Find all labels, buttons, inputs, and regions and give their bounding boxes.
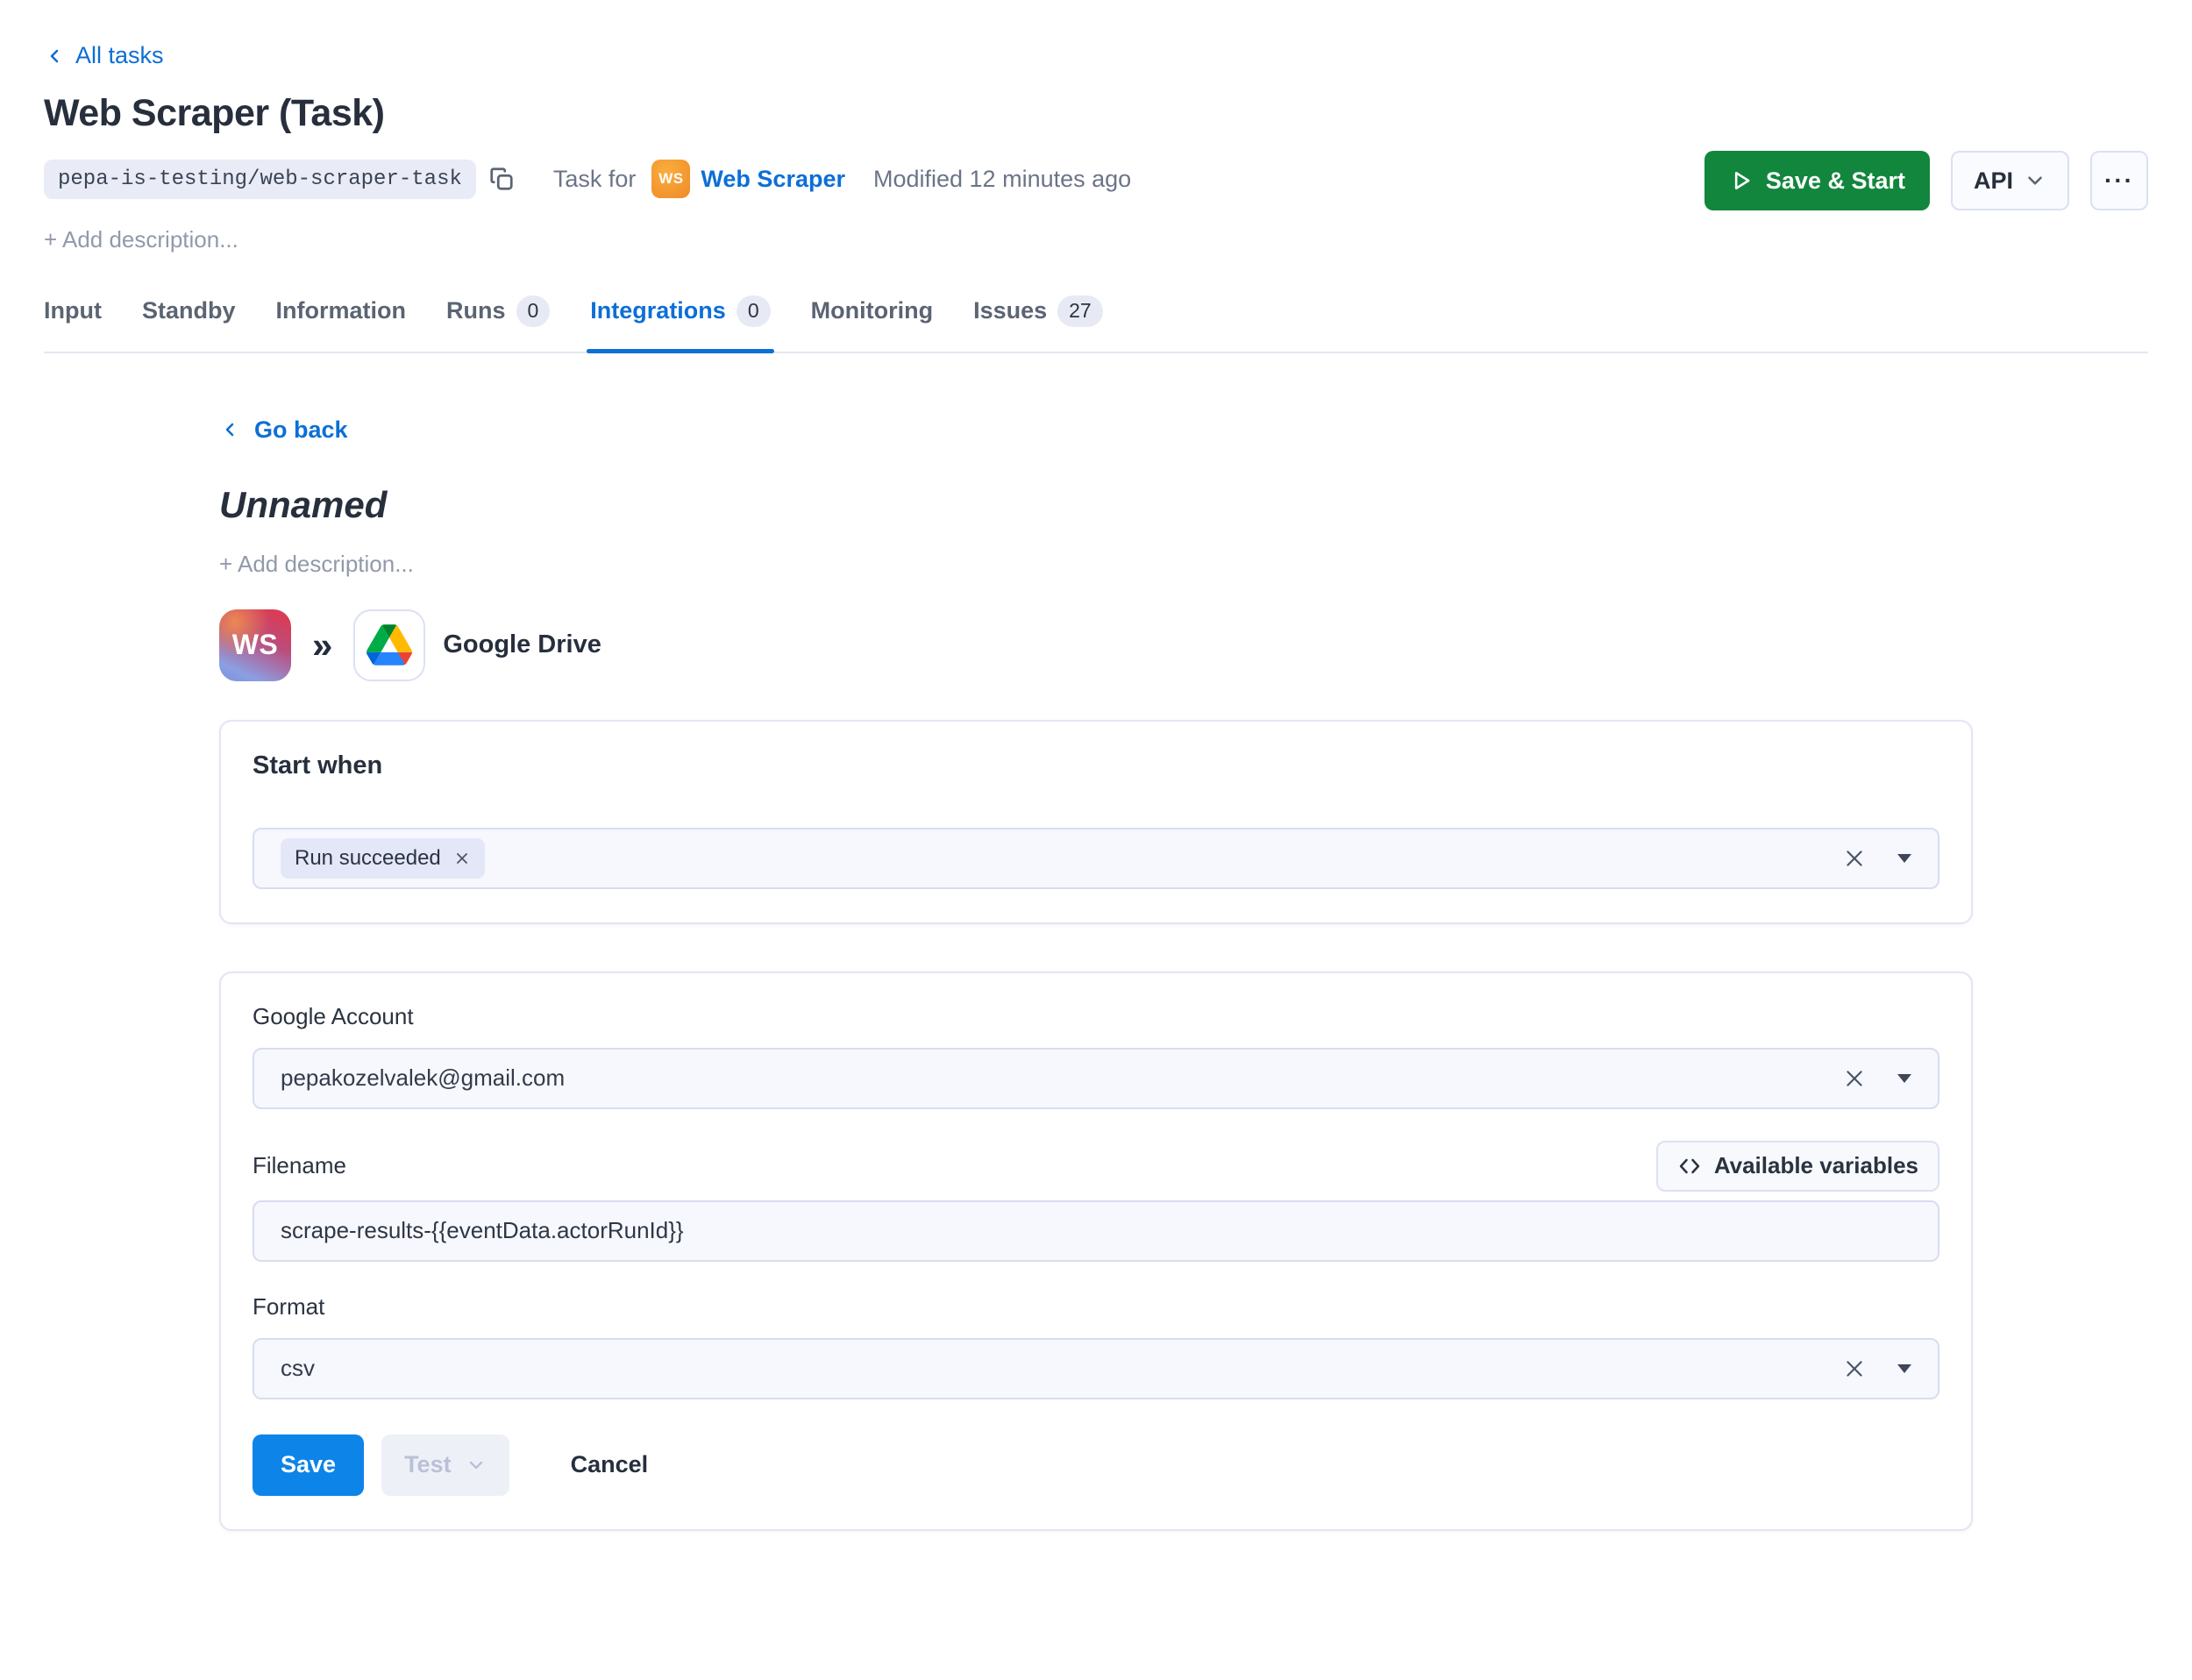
issues-count-badge: 27 [1057,295,1103,327]
start-when-title: Start when [253,751,1939,780]
code-brackets-icon [1677,1154,1702,1178]
google-account-value: pepakozelvalek@gmail.com [281,1064,565,1092]
test-button[interactable]: Test [381,1434,509,1496]
chevron-down-icon [466,1455,487,1476]
tab-integrations[interactable]: Integrations 0 [590,295,770,352]
tab-information[interactable]: Information [276,295,407,352]
save-button[interactable]: Save [253,1434,364,1496]
save-and-start-button[interactable]: Save & Start [1704,151,1930,210]
integration-connection-row: WS » Google Drive [219,609,1973,681]
form-actions-row: Save Test Cancel [253,1434,1939,1496]
api-button[interactable]: API [1951,151,2069,210]
cancel-button[interactable]: Cancel [566,1450,654,1479]
run-succeeded-tag: Run succeeded [281,838,485,879]
clear-select-icon[interactable] [1843,1357,1866,1380]
integration-settings-card: Google Account pepakozelvalek@gmail.com … [219,972,1973,1531]
format-label: Format [253,1293,1939,1321]
start-when-card: Start when Run succeeded [219,720,1973,924]
ws-actor-icon: WS [651,160,690,198]
copy-icon[interactable] [488,166,515,192]
task-page: All tasks Web Scraper (Task) pepa-is-tes… [0,0,2192,1680]
dropdown-caret-icon[interactable] [1897,1364,1911,1373]
filename-label-row: Filename Available variables [253,1141,1939,1192]
all-tasks-link[interactable]: All tasks [44,0,164,69]
task-for-label: Task for [553,166,637,193]
web-scraper-icon: WS [219,609,291,681]
start-when-select[interactable]: Run succeeded [253,828,1939,889]
target-service-name: Google Drive [443,630,601,659]
dropdown-caret-icon[interactable] [1897,854,1911,863]
go-back-link[interactable]: Go back [219,416,348,444]
dropdown-caret-icon[interactable] [1897,1074,1911,1083]
integration-detail-panel: Go back Unnamed + Add description... WS … [219,416,1973,1531]
add-description-link[interactable]: + Add description... [44,226,238,253]
all-tasks-label: All tasks [75,42,164,69]
integrations-count-badge: 0 [737,295,771,327]
double-chevron-right-icon: » [312,624,332,666]
tab-monitoring[interactable]: Monitoring [811,295,933,352]
google-account-label: Google Account [253,1003,414,1029]
tab-input[interactable]: Input [44,295,102,352]
format-value: csv [281,1355,315,1382]
integration-name[interactable]: Unnamed [219,484,1973,526]
google-drive-icon [353,609,425,681]
modified-timestamp: Modified 12 minutes ago [873,166,1131,193]
chevron-left-icon [219,419,240,440]
tab-bar: Input Standby Information Runs 0 Integra… [44,295,2148,353]
format-select[interactable]: csv [253,1338,1939,1399]
ellipsis-icon: ··· [2104,167,2134,195]
play-icon [1729,168,1754,193]
filename-input[interactable] [253,1200,1939,1262]
google-account-select[interactable]: pepakozelvalek@gmail.com [253,1048,1939,1109]
go-back-label: Go back [254,416,348,444]
task-path-badge: pepa-is-testing/web-scraper-task [44,160,476,199]
filename-label: Filename [253,1152,346,1179]
remove-tag-icon[interactable] [453,850,471,867]
tab-issues[interactable]: Issues 27 [973,295,1103,352]
chevron-left-icon [44,46,65,67]
header-actions: Save & Start API ··· [1704,151,2148,210]
tab-runs[interactable]: Runs 0 [446,295,550,352]
actor-link[interactable]: Web Scraper [701,166,845,193]
page-title: Web Scraper (Task) [44,92,2148,135]
more-options-button[interactable]: ··· [2090,151,2148,210]
available-variables-button[interactable]: Available variables [1656,1141,1939,1192]
integration-add-description-link[interactable]: + Add description... [219,551,414,578]
tab-standby[interactable]: Standby [142,295,236,352]
chevron-down-icon [2024,169,2046,192]
clear-select-icon[interactable] [1843,1067,1866,1090]
clear-select-icon[interactable] [1843,847,1866,870]
runs-count-badge: 0 [516,295,551,327]
